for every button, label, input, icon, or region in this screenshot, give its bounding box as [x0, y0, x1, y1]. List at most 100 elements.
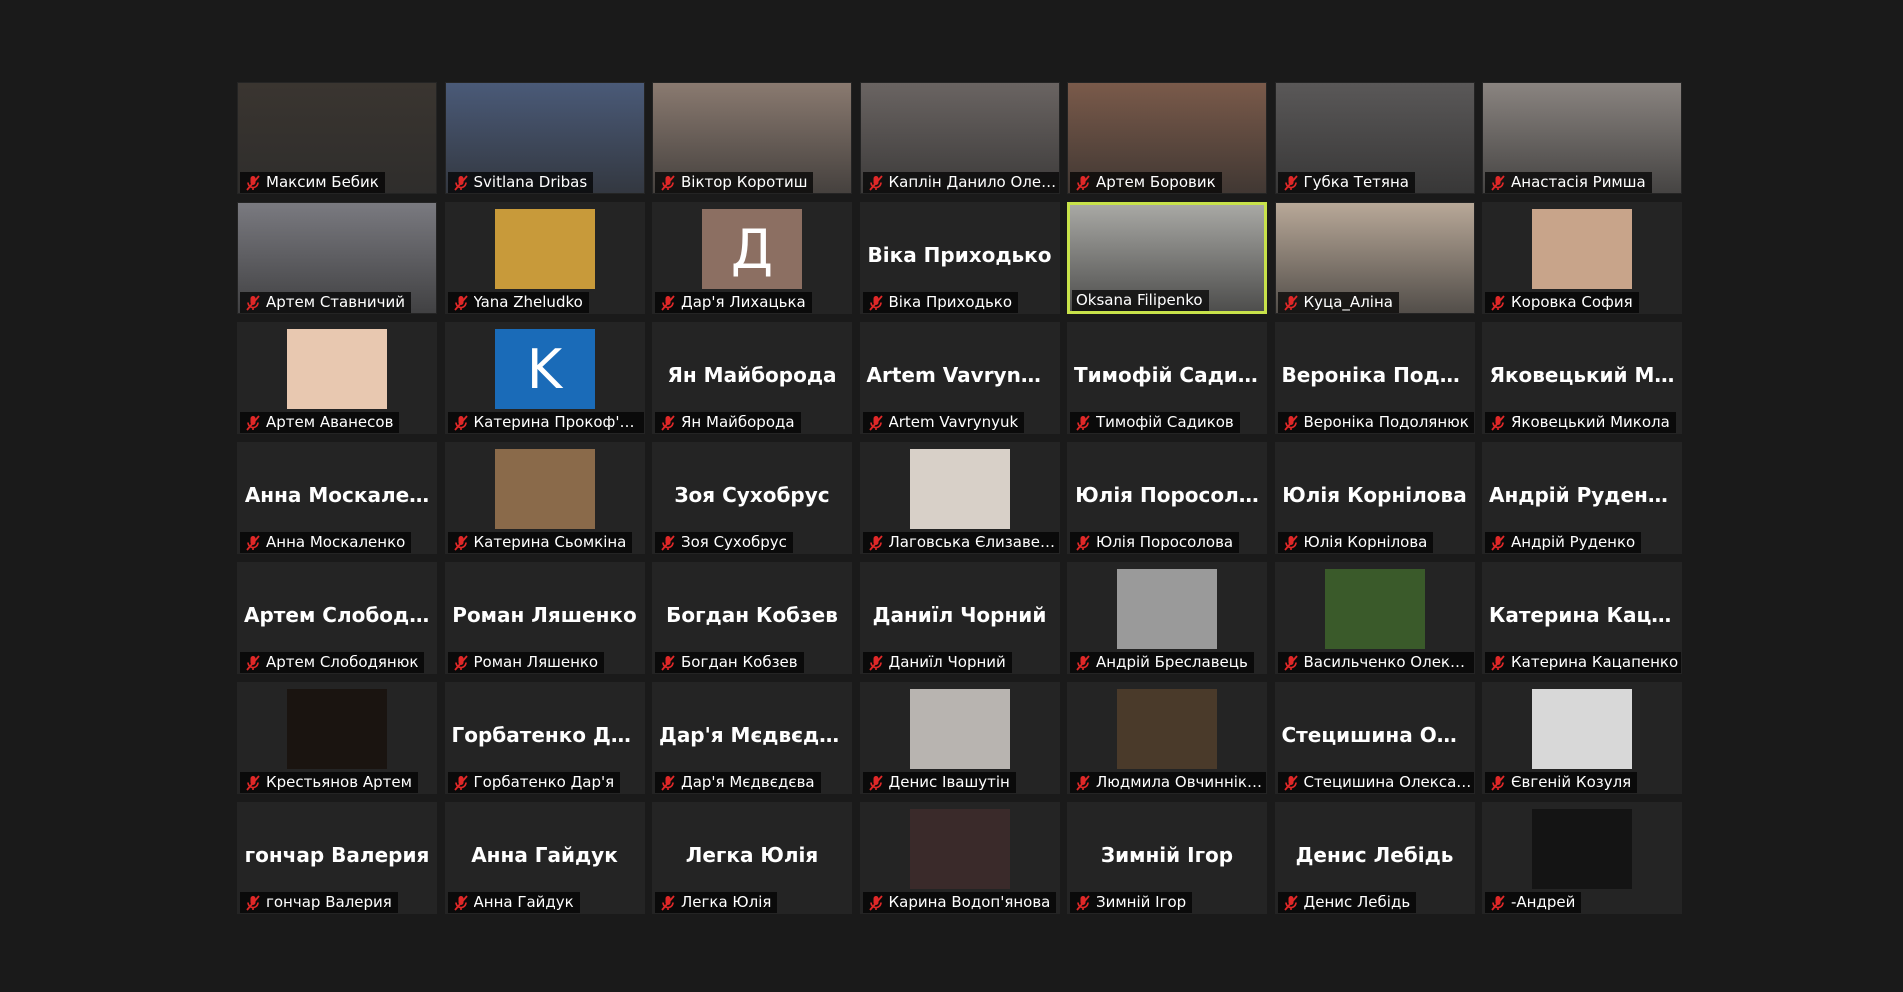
participant-tile-30[interactable]: Роман Ляшенко Роман Ляшенко [444, 562, 645, 674]
participant-nameplate: Євгеній Козуля [1485, 772, 1638, 793]
participant-tile-33[interactable]: Андрій Бреславець [1067, 562, 1267, 674]
muted-mic-icon [1282, 294, 1300, 312]
participant-tile-40[interactable]: Людмила Овчиннікова [1067, 682, 1267, 794]
participant-nameplate: Куца_Аліна [1277, 292, 1399, 313]
participant-tile-43[interactable]: гончар Валерия гончар Валерия [237, 802, 437, 914]
muted-mic-icon [659, 894, 677, 912]
muted-mic-icon [1282, 654, 1300, 672]
participant-tile-46[interactable]: Карина Водоп'янова [859, 802, 1060, 914]
participant-tile-7[interactable]: Анастасія Римша [1482, 82, 1682, 194]
participant-avatar [1117, 569, 1217, 649]
participant-tile-10[interactable]: Д Дар'я Лихацька [652, 202, 852, 314]
participant-name: Ян Майборода [681, 413, 795, 431]
participant-tile-8[interactable]: Артем Ставничий [237, 202, 437, 314]
participant-tile-6[interactable]: Губка Тетяна [1274, 82, 1475, 194]
participant-tile-28[interactable]: Андрій Руденко Андрій Руденко [1482, 442, 1682, 554]
muted-mic-icon [867, 294, 885, 312]
participant-tile-49[interactable]: -Андрей [1482, 802, 1682, 914]
avatar-letter: Д [730, 217, 774, 281]
participant-name: Юлія Поросолова [1096, 533, 1234, 551]
participant-name: Коровка София [1511, 293, 1633, 311]
participant-tile-13[interactable]: Куца_Аліна [1274, 202, 1475, 314]
participant-tile-2[interactable]: Svitlana Dribas [444, 82, 645, 194]
participant-tile-34[interactable]: Васильченко Олексан… [1274, 562, 1475, 674]
participant-tile-38[interactable]: Дар'я Мєдвєдєва Дар'я Мєдвєдєва [652, 682, 852, 794]
participant-display-name: Андрій Руденко [1489, 483, 1676, 507]
participant-tile-26[interactable]: Юлія Поросол… Юлія Поросолова [1067, 442, 1267, 554]
participant-display-name: Анна Москале… [244, 483, 430, 507]
participant-tile-1[interactable]: Максим Бебик [237, 82, 437, 194]
muted-mic-icon [659, 414, 677, 432]
participant-tile-20[interactable]: Вероніка Подо… Вероніка Подолянюк [1274, 322, 1475, 434]
participant-tile-36[interactable]: Крестьянов Артем [237, 682, 437, 794]
participant-tile-48[interactable]: Денис Лебідь Денис Лебідь [1274, 802, 1475, 914]
participant-nameplate: Яковецький Микола [1485, 412, 1676, 433]
participant-tile-17[interactable]: Ян Майборода Ян Майборода [652, 322, 852, 434]
participant-nameplate: Артем Слободянюк [240, 652, 425, 673]
participant-tile-31[interactable]: Богдан Кобзев Богдан Кобзев [652, 562, 852, 674]
participant-tile-45[interactable]: Легка Юлія Легка Юлія [652, 802, 852, 914]
participant-nameplate: Анна Москаленко [240, 532, 412, 553]
muted-mic-icon [1489, 294, 1507, 312]
participant-tile-12[interactable]: Oksana Filipenko [1067, 202, 1267, 314]
participant-tile-41[interactable]: Стецишина Ол… Стецишина Олександ… [1274, 682, 1475, 794]
participant-nameplate: Роман Ляшенко [447, 652, 605, 673]
participant-tile-47[interactable]: Зимній Ігор Зимній Ігор [1067, 802, 1267, 914]
participant-tile-42[interactable]: Євгеній Козуля [1482, 682, 1682, 794]
participant-tile-23[interactable]: Катерина Сьомкіна [444, 442, 645, 554]
participant-gallery: Максим Бебик Svitlana Dribas Віктор Короти… [237, 82, 1682, 914]
participant-tile-35[interactable]: Катерина Каца… Катерина Кацапенко [1482, 562, 1682, 674]
muted-mic-icon [659, 774, 677, 792]
participant-name: Людмила Овчиннікова [1096, 773, 1264, 791]
participant-tile-3[interactable]: Віктор Коротиш [652, 82, 852, 194]
participant-name: Yana Zheludko [473, 293, 583, 311]
participant-nameplate: Svitlana Dribas [447, 172, 594, 193]
participant-name: Денис Івашутін [888, 773, 1010, 791]
participant-display-name: Стецишина Ол… [1281, 723, 1472, 747]
participant-avatar [1532, 689, 1632, 769]
participant-tile-11[interactable]: Віка Приходько Віка Приходько [859, 202, 1060, 314]
participant-tile-15[interactable]: Артем Аванесов [237, 322, 437, 434]
participant-avatar [909, 449, 1010, 529]
participant-tile-25[interactable]: Лаговська Єлизавета [859, 442, 1060, 554]
participant-tile-32[interactable]: Даниїл Чорний Даниїл Чорний [859, 562, 1060, 674]
participant-tile-4[interactable]: Каплін Данило Олексі… [859, 82, 1060, 194]
participant-nameplate: Лаговська Єлизавета [862, 532, 1059, 553]
participant-display-name: Ян Майборода [667, 363, 837, 387]
participant-name: Каплін Данило Олексі… [888, 173, 1057, 191]
participant-display-name: Анна Гайдук [471, 843, 618, 867]
participant-tile-24[interactable]: Зоя Сухобрус Зоя Сухобрус [652, 442, 852, 554]
participant-nameplate: Каплін Данило Олексі… [862, 172, 1059, 193]
muted-mic-icon [244, 414, 262, 432]
participant-display-name: Тимофій Садик… [1074, 363, 1266, 387]
participant-nameplate: Yana Zheludko [447, 292, 589, 313]
participant-tile-9[interactable]: Yana Zheludko [444, 202, 645, 314]
muted-mic-icon [244, 894, 262, 912]
participant-name: Богдан Кобзев [681, 653, 798, 671]
participant-tile-16[interactable]: K Катерина Прокоф'єва [444, 322, 645, 434]
muted-mic-icon [1282, 774, 1300, 792]
participant-name: Oksana Filipenko [1076, 291, 1203, 309]
participant-tile-27[interactable]: Юлія Корнілова Юлія Корнілова [1274, 442, 1475, 554]
participant-tile-18[interactable]: Artem Vavrynyuk Artem Vavrynyuk [859, 322, 1060, 434]
participant-nameplate: Юлія Корнілова [1277, 532, 1434, 553]
participant-tile-37[interactable]: Горбатенко Да… Горбатенко Дар'я [444, 682, 645, 794]
participant-tile-39[interactable]: Денис Івашутін [859, 682, 1060, 794]
muted-mic-icon [452, 294, 470, 312]
participant-tile-29[interactable]: Артем Слободя… Артем Слободянюк [237, 562, 437, 674]
participant-tile-44[interactable]: Анна Гайдук Анна Гайдук [444, 802, 645, 914]
participant-name: Дар'я Мєдвєдєва [681, 773, 815, 791]
participant-tile-22[interactable]: Анна Москале… Анна Москаленко [237, 442, 437, 554]
muted-mic-icon [659, 294, 677, 312]
muted-mic-icon [1282, 174, 1300, 192]
muted-mic-icon [244, 534, 262, 552]
participant-name: Анна Москаленко [266, 533, 406, 551]
participant-display-name: Даниїл Чорний [872, 603, 1047, 627]
participant-tile-19[interactable]: Тимофій Садик… Тимофій Садиков [1067, 322, 1267, 434]
participant-tile-21[interactable]: Яковецький М… Яковецький Микола [1482, 322, 1682, 434]
muted-mic-icon [1489, 774, 1507, 792]
participant-tile-5[interactable]: Артем Боровик [1067, 82, 1267, 194]
muted-mic-icon [1074, 174, 1092, 192]
participant-tile-14[interactable]: Коровка София [1482, 202, 1682, 314]
participant-display-name: Катерина Каца… [1489, 603, 1681, 627]
